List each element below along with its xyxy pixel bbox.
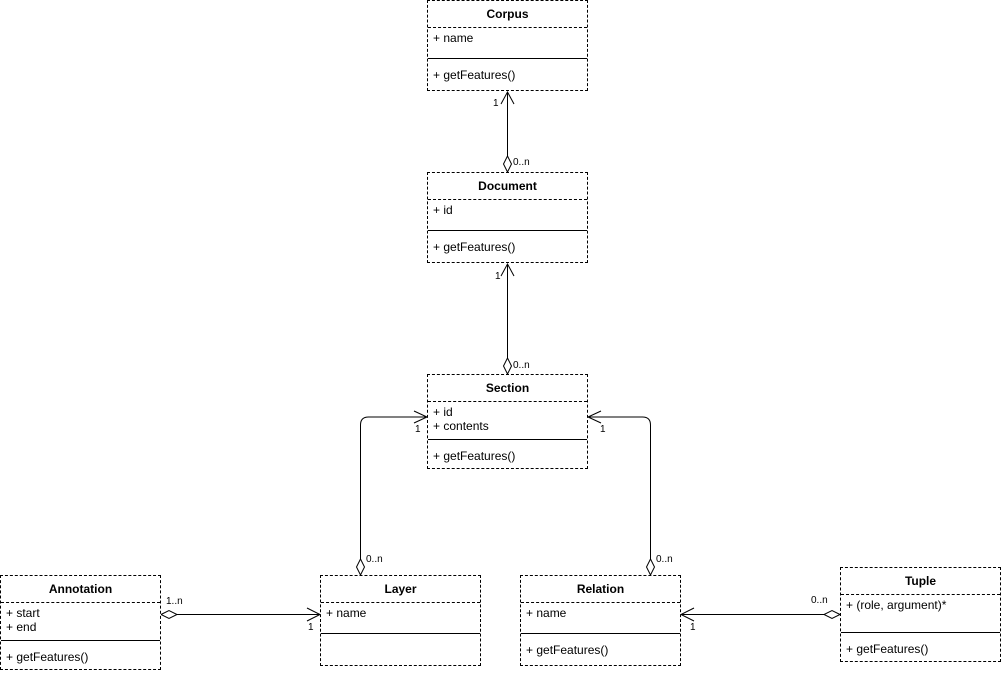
operation: + getFeatures()	[433, 449, 516, 463]
aggregation-diamond-icon	[159, 609, 179, 620]
multiplicity-label: 1	[690, 622, 696, 633]
class-relation[interactable]: Relation + name + getFeatures()	[520, 575, 681, 666]
class-annotation[interactable]: Annotation + start + end + getFeatures()	[0, 575, 161, 670]
edge-annotation-layer	[159, 607, 322, 622]
operation: + getFeatures()	[433, 68, 516, 82]
operations-compartment: + getFeatures()	[428, 231, 587, 257]
attributes-compartment: + name	[428, 28, 587, 59]
class-layer[interactable]: Layer + name	[320, 575, 481, 666]
attributes-compartment: + id	[428, 200, 587, 231]
attribute: + (role, argument)*	[846, 598, 947, 612]
class-corpus[interactable]: Corpus + name + getFeatures()	[427, 0, 588, 91]
attribute: + name	[433, 31, 474, 45]
class-name: Corpus	[428, 1, 587, 28]
class-tuple[interactable]: Tuple + (role, argument)* + getFeatures(…	[840, 567, 1001, 662]
multiplicity-label: 0..n	[513, 157, 530, 168]
operations-compartment: + getFeatures()	[1, 641, 160, 667]
operation: + getFeatures()	[526, 643, 609, 657]
multiplicity-label: 0..n	[513, 360, 530, 371]
class-name: Document	[428, 173, 587, 200]
class-document[interactable]: Document + id + getFeatures()	[427, 172, 588, 263]
attribute: + name	[326, 606, 367, 620]
edge-tuple-relation	[679, 607, 842, 622]
operation: + getFeatures()	[6, 650, 89, 664]
multiplicity-label: 1	[600, 424, 606, 435]
multiplicity-label: 1	[495, 271, 501, 282]
operation: + getFeatures()	[433, 240, 516, 254]
attribute: + end	[6, 620, 37, 634]
multiplicity-label: 1	[308, 622, 314, 633]
attributes-compartment: + name	[321, 603, 480, 634]
operation: + getFeatures()	[846, 642, 929, 656]
multiplicity-label: 0..n	[366, 554, 383, 565]
operations-compartment: + getFeatures()	[428, 59, 587, 85]
edge-layer-section	[355, 410, 429, 577]
attribute: + name	[526, 606, 567, 620]
attributes-compartment: + (role, argument)*	[841, 595, 1000, 633]
multiplicity-label: 1..n	[166, 596, 183, 607]
class-name: Relation	[521, 576, 680, 603]
aggregation-diamond-icon	[355, 557, 366, 577]
attributes-compartment: + name	[521, 603, 680, 634]
operations-compartment: + getFeatures()	[521, 634, 680, 660]
class-section[interactable]: Section + id + contents + getFeatures()	[427, 374, 588, 469]
class-name: Section	[428, 375, 587, 402]
operations-compartment: + getFeatures()	[841, 633, 1000, 659]
aggregation-diamond-icon	[502, 356, 513, 376]
attributes-compartment: + start + end	[1, 603, 160, 641]
multiplicity-label: 1	[415, 424, 421, 435]
aggregation-diamond-icon	[502, 154, 513, 174]
edge-section-document	[500, 262, 515, 376]
aggregation-diamond-icon	[645, 557, 656, 577]
edge-relation-section	[586, 410, 656, 577]
operations-compartment	[321, 634, 480, 640]
operations-compartment: + getFeatures()	[428, 440, 587, 466]
attributes-compartment: + id + contents	[428, 402, 587, 440]
attribute: + id	[433, 203, 453, 217]
class-name: Layer	[321, 576, 480, 603]
attribute: + contents	[433, 419, 489, 433]
multiplicity-label: 0..n	[656, 554, 673, 565]
multiplicity-label: 0..n	[811, 595, 828, 606]
aggregation-diamond-icon	[822, 609, 842, 620]
attribute: + start	[6, 606, 40, 620]
attribute: + id	[433, 405, 453, 419]
class-name: Tuple	[841, 568, 1000, 595]
class-name: Annotation	[1, 576, 160, 603]
multiplicity-label: 1	[493, 98, 499, 109]
